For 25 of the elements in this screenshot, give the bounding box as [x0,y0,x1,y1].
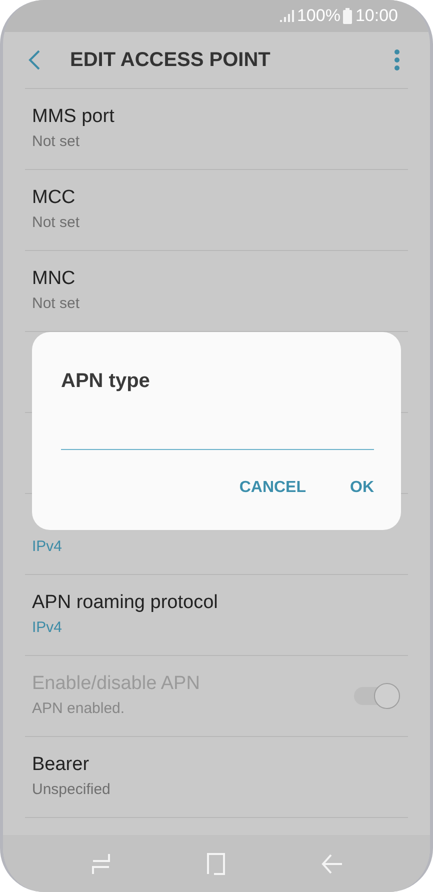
setting-title: MNC [32,267,76,291]
screen-title: EDIT ACCESS POINT [70,48,272,73]
setting-title: MCC [32,186,76,210]
dialog-button[interactable]: CANCEL [239,476,306,500]
setting-title: MMS port [32,105,116,129]
back-navigation-icon[interactable] [320,854,342,874]
setting-value: Not set [32,132,81,152]
battery-icon [343,8,352,24]
back-icon[interactable] [27,49,41,71]
clock-time: 10:00 [355,5,398,28]
setting-value: Not set [32,213,81,233]
more-options-icon[interactable] [394,49,400,71]
setting-value: IPv4 [32,537,64,557]
recent-apps-icon[interactable] [90,852,110,874]
dialog-title: APN type [61,369,151,394]
home-icon[interactable] [206,852,226,874]
signal-icon [280,10,294,22]
setting-value: APN enabled. [32,699,126,719]
dialog-button[interactable]: OK [350,476,374,500]
setting-value: Unspecified [32,780,112,800]
setting-title: APN roaming protocol [32,591,219,615]
setting-value: Not set [32,294,81,314]
battery-percentage: 100% [296,5,340,28]
setting-value: IPv4 [32,618,64,638]
setting-title: Bearer [32,753,90,777]
